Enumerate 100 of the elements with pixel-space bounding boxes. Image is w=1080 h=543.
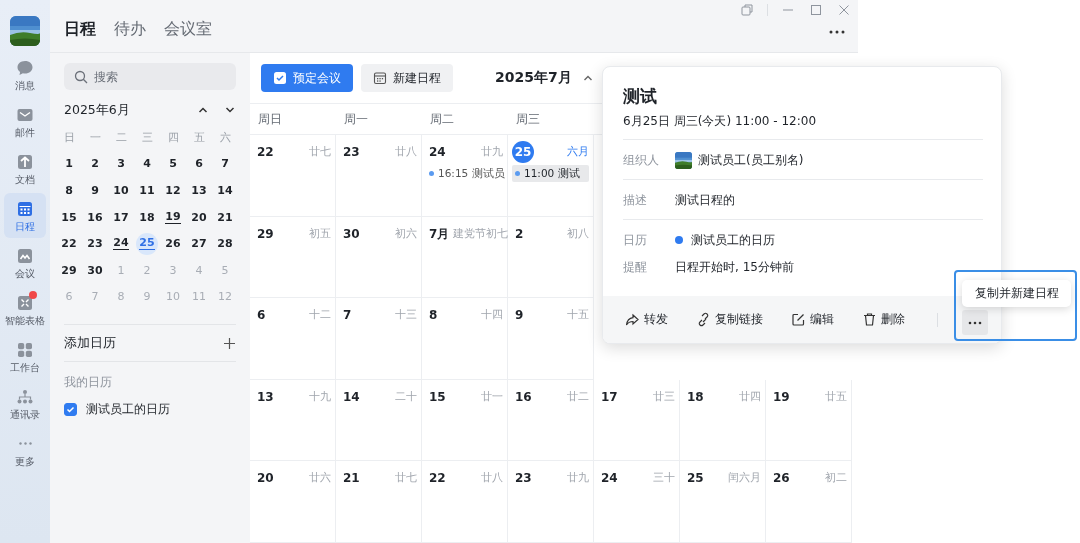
edit-button[interactable]: 编辑 <box>791 311 834 328</box>
day-cell[interactable]: 29 初五 <box>250 216 336 299</box>
day-number[interactable]: 16 <box>84 206 106 229</box>
day-cell[interactable]: 2 初八 <box>508 216 594 299</box>
day-cell[interactable]: 21 廿七 <box>336 461 422 543</box>
delete-button[interactable]: 删除 <box>862 311 905 328</box>
day-cell[interactable]: 22 廿七 <box>250 135 336 217</box>
copy-link-button[interactable]: 复制链接 <box>696 311 763 328</box>
lunar-date: 廿八 <box>481 471 503 486</box>
day-cell[interactable]: 14 二十 <box>336 379 422 462</box>
day-number: 26 <box>773 470 790 488</box>
day-number[interactable]: 24 <box>110 232 132 255</box>
lunar-date: 初二 <box>825 471 847 486</box>
day-cell[interactable]: 15 廿一 <box>422 379 508 462</box>
day-cell[interactable]: 22 廿八 <box>422 461 508 543</box>
add-calendar-label[interactable]: 添加日历 <box>64 334 223 352</box>
menu-item[interactable]: 复制并新建日程 <box>974 286 1059 301</box>
day-cell[interactable]: 7月 建党节初七 <box>422 216 508 299</box>
field-value: 测试日程的 <box>675 191 735 209</box>
day-cell[interactable]: 8 十四 <box>422 298 508 380</box>
day-number[interactable]: 29 <box>58 259 80 282</box>
day-cell[interactable]: 25 六月 11:00 测试 <box>508 135 594 217</box>
section-heading: 我的日历 <box>64 375 113 390</box>
day-number[interactable]: 5 <box>162 152 184 175</box>
day-number[interactable]: 4 <box>136 152 158 175</box>
day-number[interactable]: 22 <box>58 232 80 255</box>
day-number[interactable]: 23 <box>84 232 106 255</box>
field-value: 测试员工的日历 <box>691 231 775 249</box>
day-number[interactable]: 15 <box>58 206 80 229</box>
day-number[interactable]: 19 <box>162 206 184 229</box>
weekday-label: 五 <box>193 129 205 145</box>
day-number[interactable]: 18 <box>136 206 158 229</box>
primary-button[interactable]: 预定会议 <box>261 64 353 92</box>
day-number[interactable]: 8 <box>58 179 80 202</box>
day-number[interactable]: 17 <box>110 206 132 229</box>
day-number[interactable]: 30 <box>84 259 106 282</box>
day-number[interactable]: 2 <box>84 152 106 175</box>
today-marker: 25 <box>512 141 534 163</box>
day-number[interactable]: 20 <box>188 206 210 229</box>
day-cell[interactable]: 23 廿八 <box>336 135 422 217</box>
lunar-date: 廿二 <box>567 389 589 404</box>
day-cell[interactable]: 20 廿六 <box>250 461 336 543</box>
rail-item[interactable]: 通讯录 <box>4 381 46 426</box>
day-cell[interactable]: 24 廿九 16:15 测试员 <box>422 135 508 217</box>
day-number[interactable]: 3 <box>110 152 132 175</box>
day-cell[interactable]: 23 廿九 <box>508 461 594 543</box>
day-number: 24 <box>429 144 446 161</box>
day-cell[interactable]: 18 廿四 <box>680 379 766 462</box>
lunar-date: 建党节初七 <box>453 226 509 241</box>
rail-item[interactable]: 日程 <box>4 193 46 238</box>
day-cell[interactable]: 9 十五 <box>508 298 594 380</box>
day-number[interactable]: 1 <box>58 152 80 175</box>
event-chip[interactable]: 11:00 测试 <box>512 165 589 182</box>
month-title: 2025年7月 <box>495 69 572 87</box>
day-number[interactable]: 21 <box>214 206 236 229</box>
event-chip[interactable]: 16:15 测试员 <box>426 165 503 182</box>
day-number[interactable]: 9 <box>84 179 106 202</box>
day-cell[interactable]: 30 初六 <box>336 216 422 299</box>
day-number[interactable]: 7 <box>214 152 236 175</box>
rail-item[interactable]: 消息 <box>4 52 46 97</box>
day-number[interactable]: 10 <box>110 179 132 202</box>
day-number[interactable]: 25 <box>136 232 158 255</box>
rail-item[interactable]: 工作台 <box>4 334 46 379</box>
day-cell[interactable]: 6 十二 <box>250 298 336 380</box>
lunar-date: 廿七 <box>395 471 417 486</box>
share-button[interactable]: 转发 <box>625 311 668 328</box>
lunar-date: 三十 <box>653 471 675 486</box>
rail-item[interactable]: 文档 <box>4 146 46 191</box>
weekday-label: 周日 <box>257 111 283 128</box>
day-cell[interactable]: 19 廿五 <box>766 379 852 462</box>
button[interactable]: 新建日程 <box>361 64 453 92</box>
weekday-label: 四 <box>167 129 179 145</box>
day-number[interactable]: 11 <box>136 179 158 202</box>
rail-item[interactable]: 邮件 <box>4 99 46 144</box>
day-cell[interactable]: 24 三十 <box>594 461 680 543</box>
day-cell[interactable]: 13 十九 <box>250 379 336 462</box>
day-number[interactable]: 27 <box>188 232 210 255</box>
rail-item[interactable]: 更多 <box>4 428 46 473</box>
day-number: 24 <box>601 470 618 488</box>
search-field[interactable]: 搜索 <box>64 63 236 90</box>
rail-item[interactable]: 会议 <box>4 240 46 285</box>
day-number[interactable]: 26 <box>162 232 184 255</box>
day-number[interactable]: 12 <box>162 179 184 202</box>
day-cell[interactable]: 26 初二 <box>766 461 852 543</box>
day-number: 13 <box>257 388 274 406</box>
day-number: 17 <box>601 388 618 406</box>
tab[interactable]: 待办 <box>114 19 146 39</box>
tab[interactable]: 会议室 <box>164 19 212 39</box>
day-cell[interactable]: 16 廿二 <box>508 379 594 462</box>
day-number[interactable]: 14 <box>214 179 236 202</box>
field-label: 提醒 <box>623 258 648 276</box>
day-cell[interactable]: 25 闰六月 <box>680 461 766 543</box>
day-number[interactable]: 6 <box>188 152 210 175</box>
rail-item[interactable]: 智能表格 <box>4 287 46 332</box>
day-number: 22 <box>429 470 446 488</box>
tab[interactable]: 日程 <box>64 19 96 39</box>
day-number[interactable]: 13 <box>188 179 210 202</box>
day-number[interactable]: 28 <box>214 232 236 255</box>
day-number: 30 <box>343 225 360 243</box>
month-title: 2025年6月 <box>64 101 131 119</box>
